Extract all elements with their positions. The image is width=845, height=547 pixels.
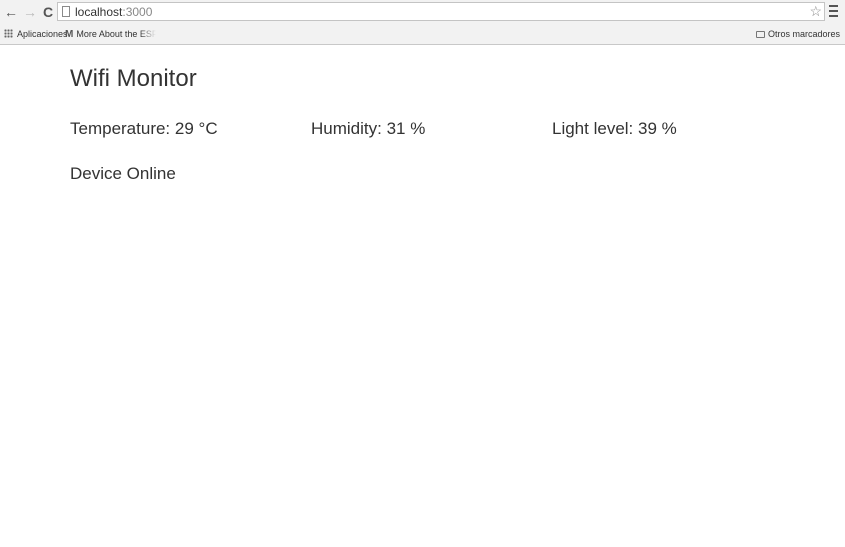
light-level-label: Light level:	[552, 119, 638, 138]
humidity-unit: %	[405, 119, 426, 138]
page-title: Wifi Monitor	[70, 65, 197, 92]
light-level-value: 39	[638, 119, 657, 138]
bookmark-esp-label: More About the ESP8	[76, 29, 157, 39]
bookmarks-bar: Aplicaciones M More About the ESP8 Otros …	[0, 24, 845, 45]
humidity-value: 31	[386, 119, 406, 138]
bookmark-apps[interactable]: Aplicaciones	[17, 28, 68, 40]
browser-toolbar: ← → C localhost:3000 ☆	[0, 0, 845, 24]
bookmark-other-folder[interactable]: Otros marcadores	[755, 28, 840, 40]
menu-icon[interactable]	[829, 3, 839, 19]
gmail-icon: M	[65, 29, 74, 40]
temperature-reading: Temperature: 29 °C	[70, 119, 218, 139]
bookmark-star-icon[interactable]: ☆	[809, 3, 822, 20]
temperature-unit: °C	[193, 119, 218, 138]
light-level-reading: Light level: 39 %	[552, 119, 677, 139]
back-arrow-icon[interactable]: ←	[3, 3, 19, 21]
apps-grid-icon[interactable]	[4, 29, 13, 38]
humidity-reading: Humidity: 31 %	[311, 119, 425, 139]
forward-arrow-icon[interactable]: →	[22, 3, 38, 21]
temperature-value: 29	[174, 119, 194, 138]
address-bar[interactable]: localhost:3000 ☆	[57, 2, 825, 21]
light-level-unit: %	[656, 119, 677, 138]
bookmark-other-label: Otros marcadores	[767, 29, 840, 39]
url-host: localhost	[75, 5, 123, 19]
device-status: Device Online	[70, 164, 176, 183]
folder-icon	[755, 31, 765, 38]
humidity-label: Humidity:	[311, 119, 387, 138]
page-content: Wifi Monitor Temperature: 29 °C Humidity…	[0, 46, 845, 547]
reload-icon[interactable]: C	[40, 3, 56, 21]
url-port: :3000	[122, 5, 153, 19]
url-text[interactable]: localhost:3000	[75, 4, 152, 20]
page-icon	[62, 6, 70, 17]
bookmark-esp-link[interactable]: M More About the ESP8	[65, 28, 156, 41]
temperature-label: Temperature:	[70, 119, 175, 138]
